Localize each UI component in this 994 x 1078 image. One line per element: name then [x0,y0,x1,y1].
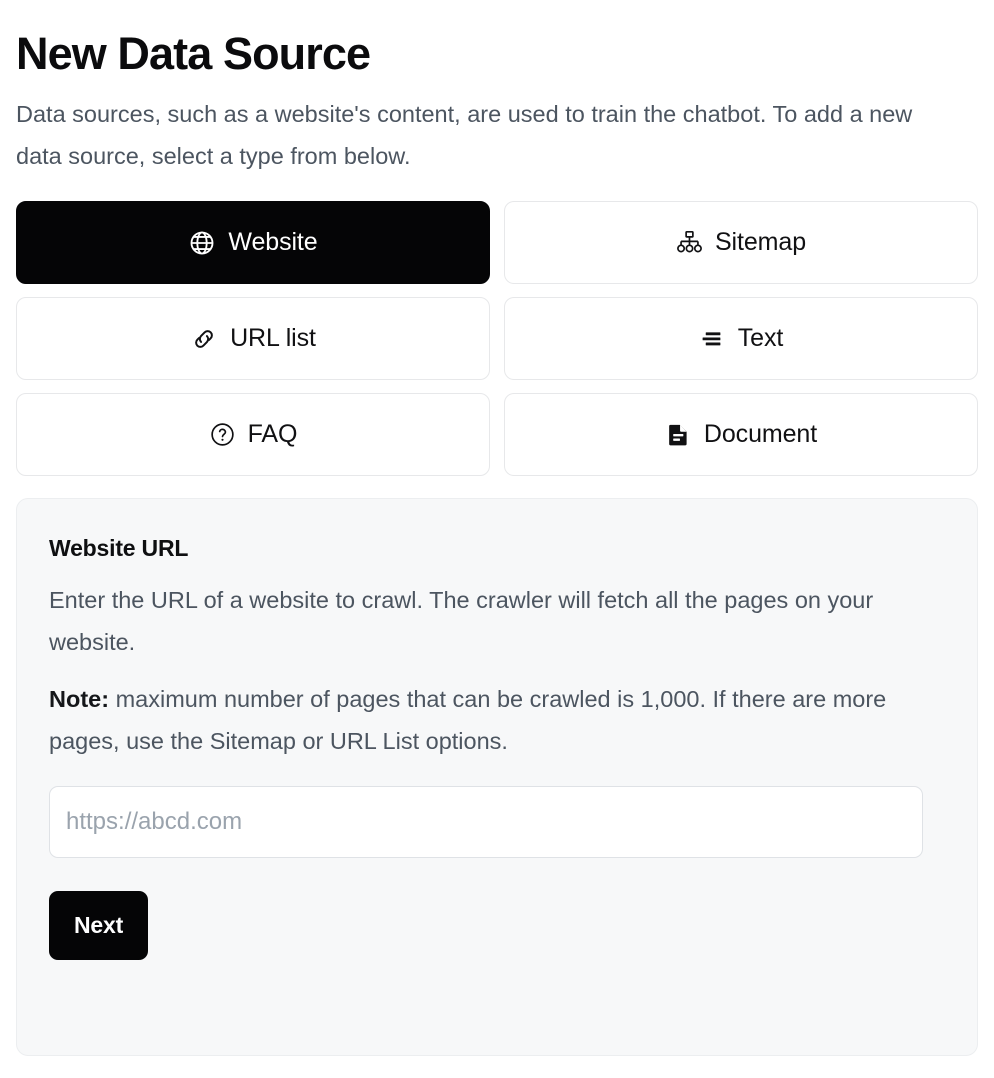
document-icon [665,421,692,448]
source-type-faq-label: FAQ [247,420,298,449]
panel-note-text: maximum number of pages that can be craw… [49,686,887,755]
source-type-grid: Website Sitemap URL list Text FAQ Docume… [16,201,978,477]
source-type-url-list[interactable]: URL list [16,297,490,381]
panel-title: Website URL [49,535,189,562]
source-type-website-label: Website [228,228,318,257]
source-type-faq[interactable]: FAQ [16,393,490,477]
text-lines-icon [699,325,726,352]
globe-icon [188,229,216,257]
source-type-sitemap[interactable]: Sitemap [504,201,978,285]
source-type-document-label: Document [703,420,818,449]
panel-note-label: Note: [49,686,110,713]
page-subtitle: Data sources, such as a website's conten… [16,101,913,170]
link-icon [190,325,218,353]
sitemap-icon [676,229,703,256]
panel-note: Note: maximum number of pages that can b… [49,663,945,762]
panel-description: Enter the URL of a website to crawl. The… [49,587,874,656]
source-type-text-label: Text [737,324,784,353]
source-type-website[interactable]: Website [16,201,490,285]
next-button[interactable]: Next [49,891,149,961]
question-circle-icon [209,421,236,448]
source-type-text[interactable]: Text [504,297,978,381]
website-url-panel: Website URL Enter the URL of a website t… [16,498,978,1057]
new-data-source-page: New Data Source Data sources, such as a … [0,0,994,1057]
source-type-url-list-label: URL list [230,324,316,353]
source-type-document[interactable]: Document [504,393,978,477]
page-title: New Data Source [16,28,371,79]
source-type-sitemap-label: Sitemap [714,228,806,257]
website-url-input[interactable] [49,786,923,859]
